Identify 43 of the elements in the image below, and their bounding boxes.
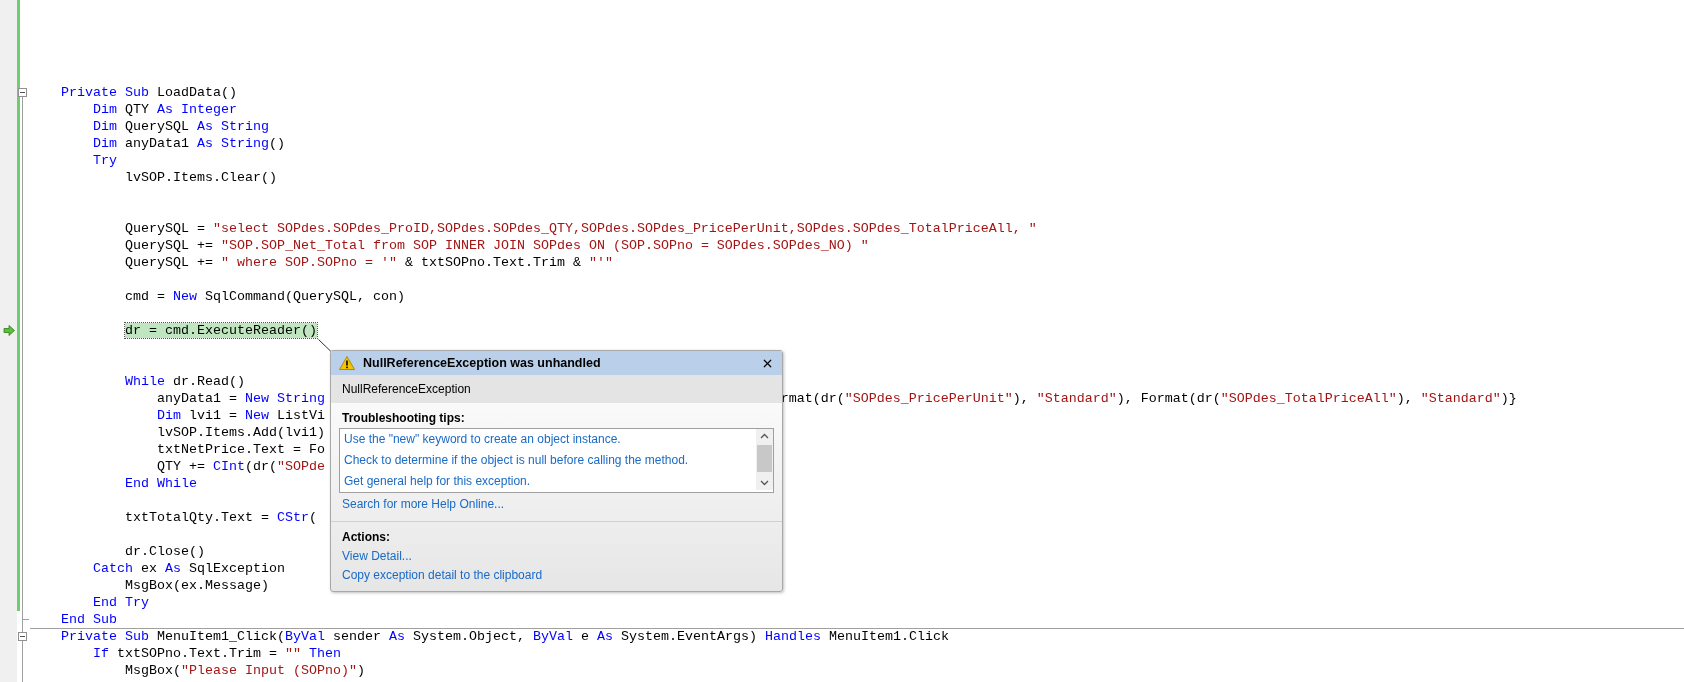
code-line: Private Sub LoadData(): [61, 85, 237, 100]
tip-link[interactable]: Check to determine if the object is null before calling the method.: [344, 450, 689, 471]
tips-heading: Troubleshooting tips:: [342, 411, 465, 425]
code-line: Try: [93, 153, 117, 168]
code-line: QuerySQL += "SOP.SOP_Net_Total from SOP INNER JOIN SOPdes ON (SOP.SOPno = SOPdes.SOPdes_NO) ": [125, 238, 869, 253]
code-line: End Sub: [61, 612, 117, 627]
code-line: lvSOP.Items.Clear(): [125, 170, 277, 185]
help-link[interactable]: Search for more Help Online...: [342, 494, 505, 515]
code-line: QuerySQL += " where SOP.SOPno = '" & txtSOPno.Text.Trim & "'": [125, 255, 613, 270]
code-line: End While: [125, 476, 197, 491]
code-line: QuerySQL = "select SOPdes.SOPdes_ProID,SOPdes.SOPdes_QTY,SOPdes.SOPdes_PricePerUnit,SOPdes.SOPdes_TotalPriceAll, ": [125, 221, 1037, 236]
code-line: anyData1 = New String: [157, 391, 325, 406]
code-line: txtTotalQty.Text = CStr(: [125, 510, 317, 525]
code-line: End Try: [93, 595, 149, 610]
code-line: MsgBox(ex.Message): [125, 578, 269, 593]
code-line: Dim QTY As Integer: [93, 102, 237, 117]
code-line: Dim QuerySQL As String: [93, 119, 269, 134]
action-link[interactable]: Copy exception detail to the clipboard: [342, 566, 543, 585]
code-line: Dim anyData1 As String(): [93, 136, 285, 151]
popup-title: NullReferenceException was unhandled: [363, 356, 602, 370]
code-line: Private Sub MenuItem1_Click(ByVal sender As System.Object, ByVal e As System.EventArgs) Handles MenuItem1.Click: [61, 629, 949, 644]
arrow-icon: [2, 325, 15, 336]
leader-line: [318, 339, 332, 352]
code-line: MsgBox("Please Input (SOPno)"): [125, 663, 365, 678]
code-line: QTY += CInt(dr("SOPde: [157, 459, 325, 474]
exception-type: NullReferenceException: [342, 382, 471, 396]
scrollbar[interactable]: [756, 429, 773, 490]
code-line: txtNetPrice.Text = Fo: [157, 442, 325, 457]
code-line: rmat(dr("SOPdes_PricePerUnit"), "Standard"), Format(dr("SOPdes_TotalPriceAll"), "Standard")}: [780, 390, 1517, 407]
code-line: While dr.Read(): [125, 374, 245, 389]
code-line: Catch ex As SqlException: [93, 561, 285, 576]
action-link[interactable]: View Detail...: [342, 547, 412, 566]
code-line: If txtSOPno.Text.Trim = "" Then: [93, 646, 341, 661]
code-line: Dim lvi1 = New ListVi: [157, 408, 325, 423]
collapse-icon[interactable]: [18, 88, 27, 97]
code-line: dr.Close(): [125, 544, 205, 559]
tip-link[interactable]: Use the "new" keyword to create an object instance.: [344, 429, 621, 450]
collapse-icon[interactable]: [18, 632, 27, 641]
code-line: lvSOP.Items.Add(lvi1): [157, 425, 325, 440]
code-line: cmd = New SqlCommand(QuerySQL, con): [125, 289, 405, 304]
warning-icon: [339, 356, 355, 370]
actions-heading: Actions:: [342, 530, 390, 544]
tip-link[interactable]: Get general help for this exception.: [344, 471, 531, 492]
